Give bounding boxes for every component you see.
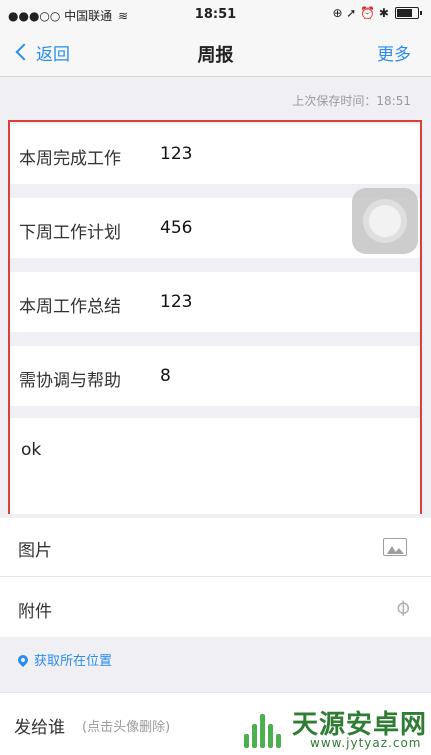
send-to-label: 发给谁 bbox=[14, 718, 65, 738]
add-attachment-row[interactable]: 附件 ⌀ bbox=[0, 577, 431, 637]
get-location-button[interactable]: 获取所在位置 bbox=[15, 650, 113, 669]
report-form: 本周完成工作 123 下周工作计划 456 本周工作总结 123 需协调与帮助 … bbox=[8, 120, 422, 514]
send-to-hint: (点击头像删除) bbox=[82, 720, 171, 735]
watermark-url: www.jytyaz.com bbox=[310, 736, 422, 750]
back-button[interactable]: 返回 bbox=[12, 38, 70, 66]
location-label: 获取所在位置 bbox=[34, 654, 113, 669]
field-value[interactable]: 456 bbox=[160, 218, 192, 238]
more-button[interactable]: 更多 bbox=[377, 40, 411, 65]
field-label: 本周工作总结 bbox=[19, 297, 121, 317]
add-image-row[interactable]: 图片 bbox=[0, 518, 431, 577]
watermark-logo-icon bbox=[244, 708, 284, 748]
notes-textarea[interactable]: ok bbox=[10, 418, 420, 514]
field-row-summary[interactable]: 本周工作总结 123 bbox=[10, 272, 420, 332]
field-label: 本周完成工作 bbox=[19, 149, 121, 169]
system-icons: ⊕ ➚ ⏰ ✱ bbox=[332, 6, 389, 20]
field-value[interactable]: 8 bbox=[160, 366, 171, 386]
last-saved-time: 上次保存时间：18:51 bbox=[292, 94, 411, 108]
back-label: 返回 bbox=[36, 44, 70, 65]
field-label: 下周工作计划 bbox=[19, 223, 121, 243]
image-label: 图片 bbox=[18, 541, 52, 561]
field-value[interactable]: 123 bbox=[160, 292, 192, 312]
location-pin-icon bbox=[15, 652, 31, 667]
field-label: 需协调与帮助 bbox=[19, 371, 121, 391]
field-value[interactable]: 123 bbox=[160, 144, 192, 164]
assistive-touch-button[interactable] bbox=[352, 188, 418, 254]
notes-value[interactable]: ok bbox=[21, 440, 41, 460]
chevron-left-icon bbox=[15, 43, 33, 61]
watermark: 天源安卓网 www.jytyaz.com bbox=[240, 700, 431, 754]
field-row-completed[interactable]: 本周完成工作 123 bbox=[10, 124, 420, 184]
status-icons: ⊕ ➚ ⏰ ✱ bbox=[332, 6, 422, 20]
battery-icon bbox=[395, 7, 422, 19]
field-row-help-needed[interactable]: 需协调与帮助 8 bbox=[10, 346, 420, 406]
nav-bar: 返回 周报 更多 bbox=[0, 28, 431, 77]
status-bar: ●●●○○ 中国联通 ≋ 18:51 ⊕ ➚ ⏰ ✱ bbox=[0, 0, 431, 28]
paperclip-icon[interactable]: ⌀ bbox=[389, 594, 416, 621]
image-icon[interactable] bbox=[383, 538, 407, 556]
attachment-label: 附件 bbox=[18, 602, 52, 622]
